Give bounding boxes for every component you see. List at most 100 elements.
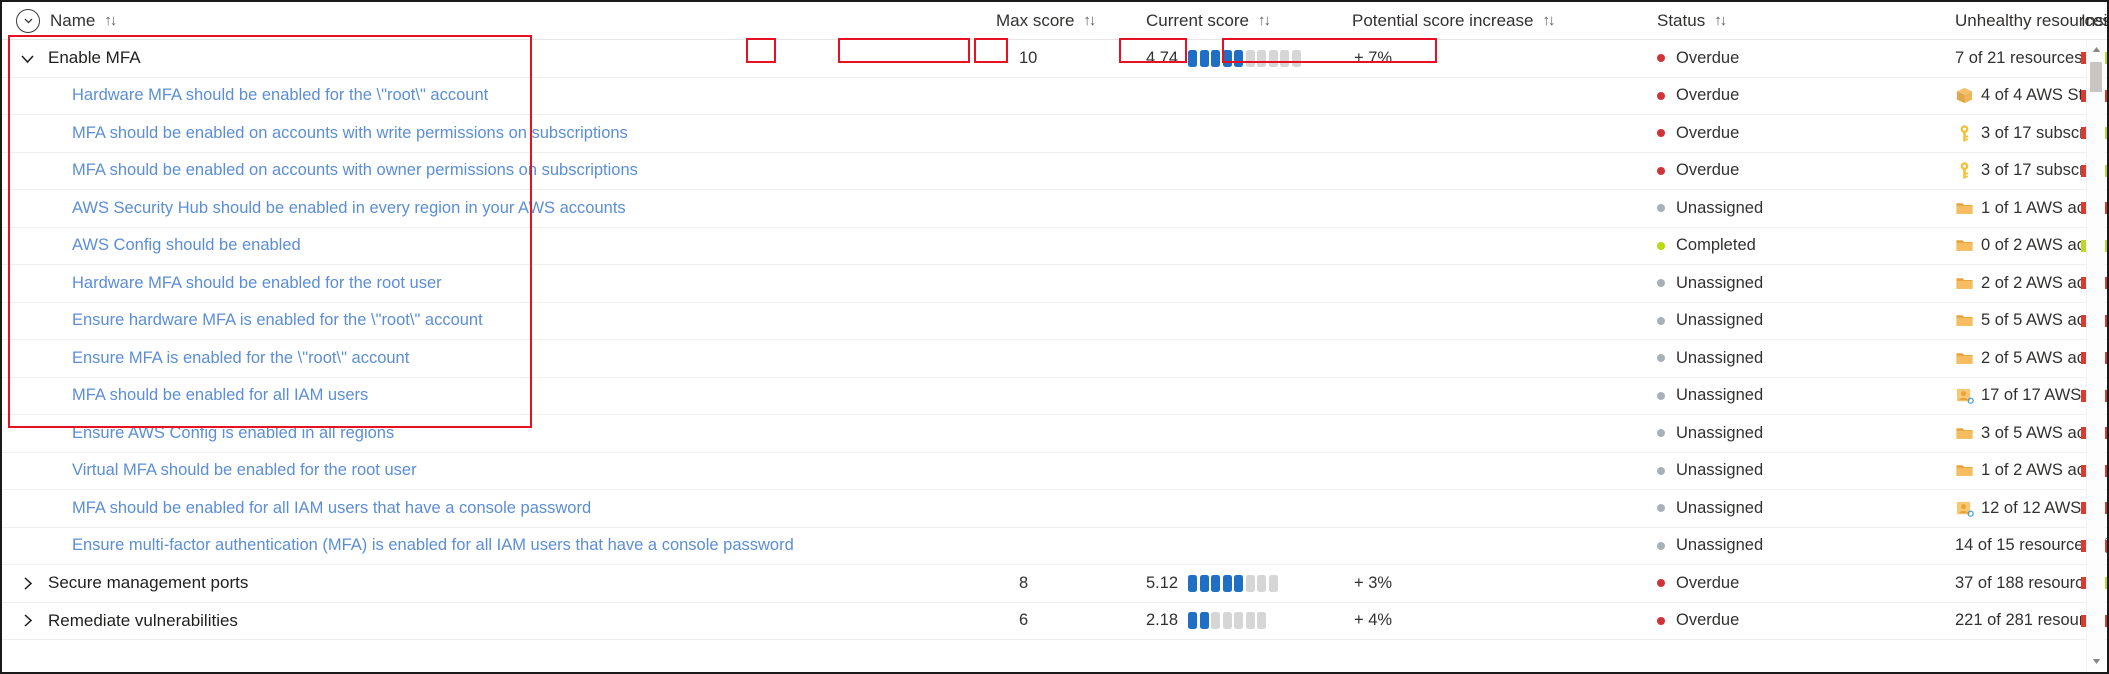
column-header-potential-score-increase[interactable]: Potential score increase ↑↓ xyxy=(1352,11,1647,31)
recommendation-link[interactable]: Ensure hardware MFA is enabled for the \… xyxy=(2,311,483,329)
status-dot-icon xyxy=(1657,467,1665,475)
score-segment-bar xyxy=(1188,612,1266,629)
recommendation-link[interactable]: MFA should be enabled for all IAM users xyxy=(2,386,368,404)
sort-icon-potential[interactable]: ↑↓ xyxy=(1542,12,1553,29)
recommendation-item-row[interactable]: Hardware MFA should be enabled for the r… xyxy=(2,265,2107,303)
column-header-name-label: Name xyxy=(50,11,95,31)
recommendation-link[interactable]: AWS Config should be enabled xyxy=(2,236,301,254)
recommendation-name-cell[interactable]: Hardware MFA should be enabled for the r… xyxy=(2,274,962,293)
recommendation-item-row[interactable]: Hardware MFA should be enabled for the \… xyxy=(2,78,2107,116)
unhealthy-resources-cell: 2 of 2 AWS account xyxy=(1947,274,2077,293)
potential-score-value: + 7% xyxy=(1352,49,1392,67)
recommendation-name-cell[interactable]: Ensure hardware MFA is enabled for the \… xyxy=(2,311,962,330)
column-header-max-score[interactable]: Max score ↑↓ xyxy=(962,11,1132,31)
recommendation-group-row[interactable]: Remediate vulnerabilities62.18+ 4%Overdu… xyxy=(2,603,2107,641)
scroll-down-arrow-icon[interactable] xyxy=(2087,652,2105,670)
recommendation-item-row[interactable]: Ensure MFA is enabled for the \"root\" a… xyxy=(2,340,2107,378)
score-segment xyxy=(1188,612,1197,629)
recommendation-item-row[interactable]: Ensure multi-factor authentication (MFA)… xyxy=(2,528,2107,566)
score-segment xyxy=(1211,50,1220,67)
unhealthy-resources-label: 7 of 21 resources xyxy=(1955,49,2083,68)
sort-icon-status[interactable]: ↑↓ xyxy=(1714,12,1725,29)
status-dot-icon xyxy=(1657,504,1665,512)
status-label: Unassigned xyxy=(1676,499,1763,518)
recommendation-link[interactable]: Ensure AWS Config is enabled in all regi… xyxy=(2,424,394,442)
recommendation-link[interactable]: AWS Security Hub should be enabled in ev… xyxy=(2,199,626,217)
recommendation-item-row[interactable]: MFA should be enabled on accounts with w… xyxy=(2,115,2107,153)
score-segment xyxy=(1234,50,1243,67)
column-header-name[interactable]: Name ↑↓ xyxy=(2,9,962,33)
recommendation-link[interactable]: Ensure multi-factor authentication (MFA)… xyxy=(2,536,794,554)
status-cell: Overdue xyxy=(1647,49,1947,68)
unhealthy-resources-cell: 221 of 281 resources xyxy=(1947,611,2077,630)
recommendation-name-cell[interactable]: AWS Config should be enabled xyxy=(2,236,962,255)
sort-icon-name[interactable]: ↑↓ xyxy=(104,12,115,29)
recommendation-link[interactable]: Virtual MFA should be enabled for the ro… xyxy=(2,461,417,479)
recommendation-item-row[interactable]: MFA should be enabled for all IAM users … xyxy=(2,490,2107,528)
status-cell: Unassigned xyxy=(1647,499,1947,518)
recommendation-item-row[interactable]: AWS Security Hub should be enabled in ev… xyxy=(2,190,2107,228)
recommendation-item-row[interactable]: Ensure hardware MFA is enabled for the \… xyxy=(2,303,2107,341)
score-segment xyxy=(1257,50,1266,67)
column-header-current-score[interactable]: Current score ↑↓ xyxy=(1132,11,1352,31)
recommendation-name-cell[interactable]: MFA should be enabled for all IAM users … xyxy=(2,499,962,518)
sort-icon-current-score[interactable]: ↑↓ xyxy=(1258,12,1269,29)
group-name-cell[interactable]: Enable MFA xyxy=(2,47,962,69)
status-cell: Overdue xyxy=(1647,611,1947,630)
status-cell: Unassigned xyxy=(1647,349,1947,368)
vertical-scrollbar[interactable] xyxy=(2086,40,2105,670)
status-label: Unassigned xyxy=(1676,311,1763,330)
recommendation-link[interactable]: MFA should be enabled for all IAM users … xyxy=(2,499,591,517)
score-segment xyxy=(1257,612,1266,629)
recommendation-item-row[interactable]: AWS Config should be enabledCompleted0 o… xyxy=(2,228,2107,266)
recommendation-group-row[interactable]: Secure management ports85.12+ 3%Overdue3… xyxy=(2,565,2107,603)
recommendation-name-cell[interactable]: AWS Security Hub should be enabled in ev… xyxy=(2,199,962,218)
status-label: Unassigned xyxy=(1676,199,1763,218)
recommendation-name-cell[interactable]: MFA should be enabled for all IAM users xyxy=(2,386,962,405)
score-segment xyxy=(1234,575,1243,592)
column-header-status[interactable]: Status ↑↓ xyxy=(1647,11,1947,31)
recommendation-item-row[interactable]: Ensure AWS Config is enabled in all regi… xyxy=(2,415,2107,453)
recommendation-item-row[interactable]: MFA should be enabled on accounts with o… xyxy=(2,153,2107,191)
recommendation-name-cell[interactable]: Virtual MFA should be enabled for the ro… xyxy=(2,461,962,480)
status-label: Overdue xyxy=(1676,611,1739,630)
chevron-right-icon[interactable] xyxy=(16,610,38,632)
recommendation-item-row[interactable]: MFA should be enabled for all IAM users U… xyxy=(2,378,2107,416)
group-name-cell[interactable]: Remediate vulnerabilities xyxy=(2,610,962,632)
column-header-max-score-label: Max score xyxy=(996,11,1074,31)
score-segment-bar xyxy=(1188,575,1278,592)
unhealthy-resources-cell: 5 of 5 AWS account xyxy=(1947,311,2077,330)
recommendation-link[interactable]: Ensure MFA is enabled for the \"root\" a… xyxy=(2,349,409,367)
recommendation-name-cell[interactable]: Ensure AWS Config is enabled in all regi… xyxy=(2,424,962,443)
status-cell: Unassigned xyxy=(1647,536,1947,555)
column-header-insights[interactable]: Insights xyxy=(2077,11,2109,31)
recommendation-name-cell[interactable]: Ensure multi-factor authentication (MFA)… xyxy=(2,536,962,555)
scrollbar-thumb[interactable] xyxy=(2090,62,2102,92)
chevron-down-icon[interactable] xyxy=(16,47,38,69)
chevron-right-icon[interactable] xyxy=(16,572,38,594)
recommendation-link[interactable]: Hardware MFA should be enabled for the \… xyxy=(2,86,488,104)
folder-icon xyxy=(1955,424,1974,443)
sort-icon-max-score[interactable]: ↑↓ xyxy=(1083,12,1094,29)
status-label: Unassigned xyxy=(1676,274,1763,293)
unhealthy-resources-cell: 0 of 2 AWS account xyxy=(1947,236,2077,255)
recommendation-link[interactable]: MFA should be enabled on accounts with w… xyxy=(2,124,628,142)
score-segment xyxy=(1257,575,1266,592)
status-cell: Unassigned xyxy=(1647,386,1947,405)
column-header-current-score-label: Current score xyxy=(1146,11,1249,31)
recommendation-group-row[interactable]: Enable MFA104.74+ 7%Overdue7 of 21 resou… xyxy=(2,40,2107,78)
expand-all-chevron-icon[interactable] xyxy=(16,9,40,33)
recommendation-item-row[interactable]: Virtual MFA should be enabled for the ro… xyxy=(2,453,2107,491)
table-header-row: Name ↑↓ Max score ↑↓ Current score ↑↓ Po… xyxy=(2,2,2107,40)
recommendation-name-cell[interactable]: Ensure MFA is enabled for the \"root\" a… xyxy=(2,349,962,368)
recommendation-link[interactable]: MFA should be enabled on accounts with o… xyxy=(2,161,638,179)
status-dot-icon xyxy=(1657,54,1665,62)
group-name-cell[interactable]: Secure management ports xyxy=(2,572,962,594)
potential-score-value: + 4% xyxy=(1352,611,1392,629)
recommendation-name-cell[interactable]: MFA should be enabled on accounts with w… xyxy=(2,124,962,143)
recommendation-name-cell[interactable]: Hardware MFA should be enabled for the \… xyxy=(2,86,962,105)
column-header-unhealthy-resources[interactable]: Unhealthy resources xyxy=(1947,11,2077,31)
recommendation-name-cell[interactable]: MFA should be enabled on accounts with o… xyxy=(2,161,962,180)
recommendation-link[interactable]: Hardware MFA should be enabled for the r… xyxy=(2,274,442,292)
scroll-up-arrow-icon[interactable] xyxy=(2087,40,2105,58)
